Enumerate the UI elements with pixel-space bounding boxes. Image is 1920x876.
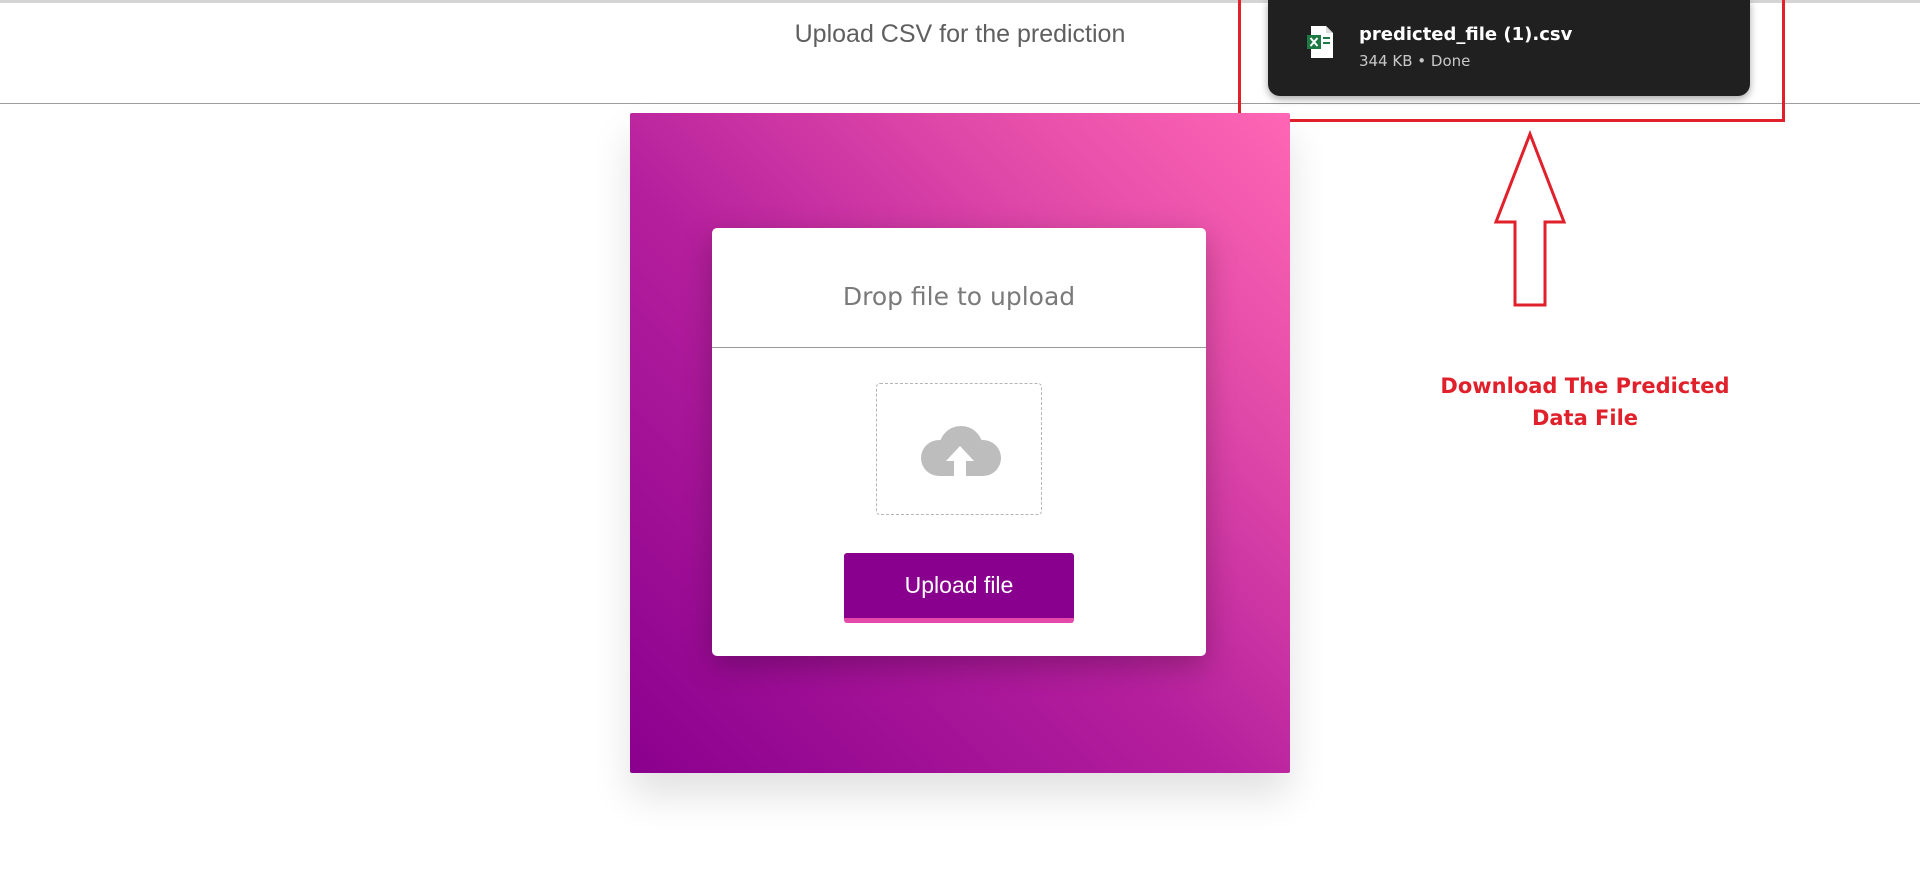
annotation-highlight-box [1238, 0, 1785, 122]
card-divider [712, 347, 1206, 348]
upload-file-button[interactable]: Upload file [844, 553, 1074, 623]
annotation-line-2: Data File [1531, 406, 1639, 430]
cloud-upload-icon [921, 426, 1001, 478]
file-dropzone[interactable] [876, 383, 1042, 515]
card-title: Drop file to upload [842, 282, 1076, 311]
annotation-label: Download The Predicted Data File [1420, 370, 1750, 434]
page-title: Upload CSV for the prediction [794, 20, 1126, 48]
up-arrow-icon [1493, 130, 1567, 307]
upload-card: Drop file to upload Upload file [712, 228, 1206, 656]
upload-panel: Drop file to upload Upload file [630, 113, 1290, 773]
annotation-line-1: Download The Predicted [1440, 374, 1730, 398]
